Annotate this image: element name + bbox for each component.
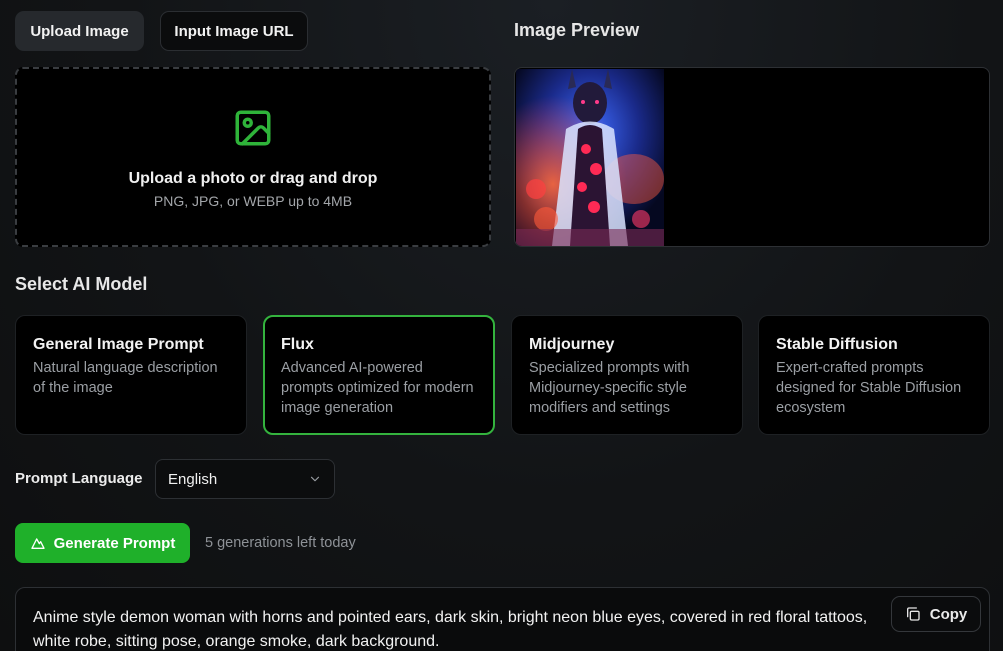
chevron-down-icon	[310, 476, 320, 482]
model-card-title: General Image Prompt	[33, 336, 204, 353]
preview-image	[516, 69, 664, 246]
model-card-stable-diffusion[interactable]: Stable Diffusion Expert-crafted prompts …	[758, 315, 990, 435]
select-model-title: Select AI Model	[15, 274, 148, 294]
prompt-language-select[interactable]: English	[155, 459, 335, 499]
model-card-title: Midjourney	[529, 336, 615, 353]
model-card-flux[interactable]: Flux Advanced AI-powered prompts optimiz…	[263, 315, 495, 435]
copy-icon	[906, 607, 920, 621]
generate-prompt-label: Generate Prompt	[53, 534, 176, 552]
prompt-language-value: English	[168, 470, 218, 488]
generated-prompt-text: Anime style demon woman with horns and p…	[33, 609, 868, 650]
model-card-title: Stable Diffusion	[776, 336, 898, 353]
copy-label: Copy	[929, 605, 968, 623]
generated-prompt-box: Anime style demon woman with horns and p…	[15, 587, 990, 651]
model-card-general[interactable]: General Image Prompt Natural language de…	[15, 315, 247, 435]
model-card-midjourney[interactable]: Midjourney Specialized prompts with Midj…	[511, 315, 743, 435]
mountain-icon	[30, 538, 45, 549]
model-card-desc: Advanced AI-powered prompts optimized fo…	[281, 360, 474, 416]
model-card-desc: Specialized prompts with Midjourney-spec…	[529, 360, 690, 416]
prompt-language-label: Prompt Language	[15, 470, 143, 487]
image-preview-panel	[514, 67, 990, 247]
image-preview-title: Image Preview	[514, 20, 640, 40]
model-card-title: Flux	[281, 336, 314, 353]
tab-upload-image[interactable]: Upload Image	[15, 11, 144, 51]
image-icon	[235, 110, 271, 146]
generate-prompt-button[interactable]: Generate Prompt	[15, 523, 190, 563]
upload-main-text: Upload a photo or drag and drop	[128, 170, 378, 187]
tab-input-image-url[interactable]: Input Image URL	[160, 11, 308, 51]
upload-dropzone[interactable]: Upload a photo or drag and drop PNG, JPG…	[15, 67, 491, 247]
generations-left-text: 5 generations left today	[205, 535, 356, 551]
model-card-desc: Expert-crafted prompts designed for Stab…	[776, 360, 962, 416]
upload-sub-text: PNG, JPG, or WEBP up to 4MB	[153, 193, 353, 209]
copy-button[interactable]: Copy	[891, 596, 981, 632]
model-card-desc: Natural language description of the imag…	[33, 360, 218, 396]
